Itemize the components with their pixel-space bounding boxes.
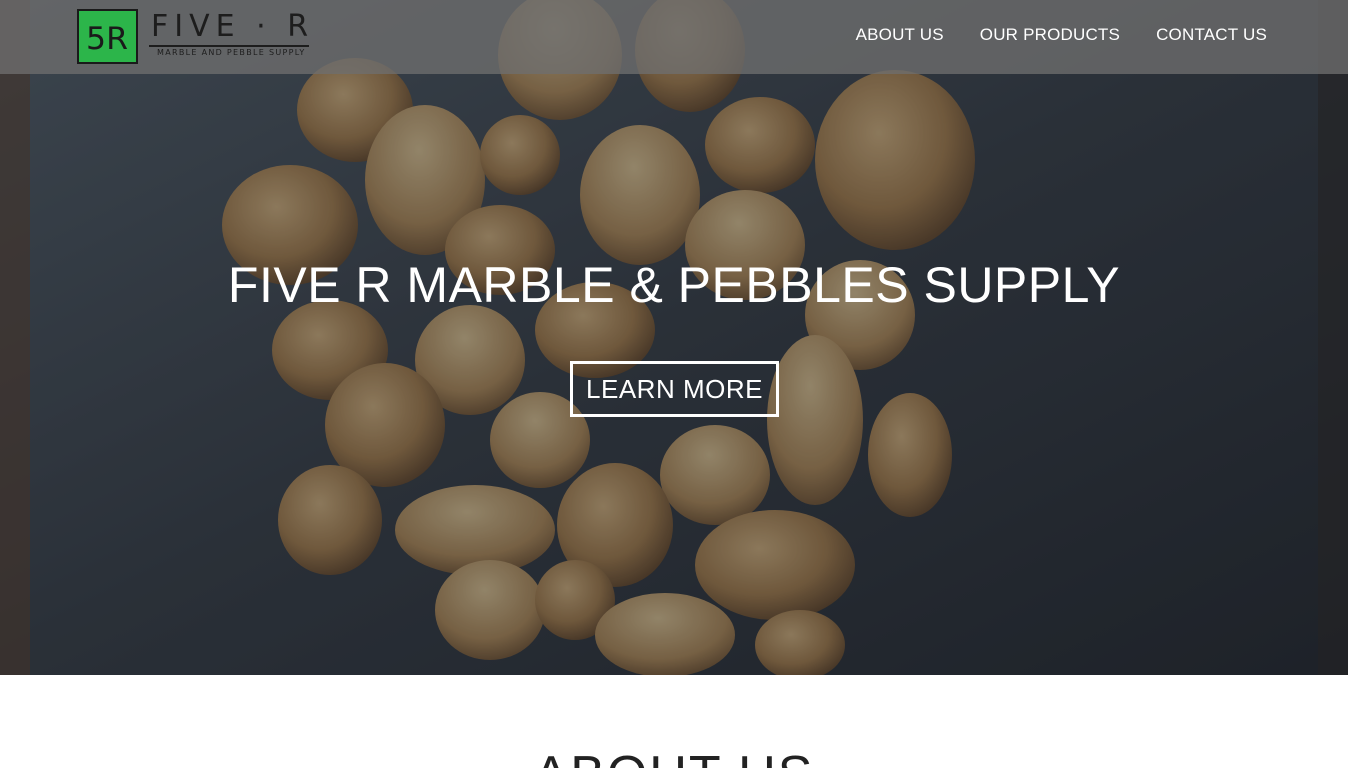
logo-monogram-text: 5R [86, 21, 128, 57]
nav-about-us[interactable]: ABOUT US [856, 25, 944, 45]
main-nav: ABOUT US OUR PRODUCTS CONTACT US [856, 25, 1267, 45]
site-header: 5R FIVE · R MARBLE AND PEBBLE SUPPLY ABO… [0, 0, 1348, 74]
learn-more-button[interactable]: LEARN MORE [570, 361, 779, 417]
logo-tagline: MARBLE AND PEBBLE SUPPLY [157, 48, 306, 57]
page: FIVE R MARBLE & PEBBLES SUPPLY LEARN MOR… [0, 0, 1348, 768]
hero-section: FIVE R MARBLE & PEBBLES SUPPLY LEARN MOR… [0, 0, 1348, 675]
about-heading: ABOUT US [0, 745, 1348, 768]
nav-our-products[interactable]: OUR PRODUCTS [980, 25, 1120, 45]
logo-monogram-icon: 5R [77, 9, 138, 64]
logo-rule [149, 45, 309, 47]
hero-overlay [0, 0, 1348, 675]
hero-title: FIVE R MARBLE & PEBBLES SUPPLY [227, 257, 1121, 313]
logo-wordmark: FIVE · R [151, 9, 315, 44]
site-logo[interactable]: 5R FIVE · R MARBLE AND PEBBLE SUPPLY [77, 9, 309, 65]
nav-contact-us[interactable]: CONTACT US [1156, 25, 1267, 45]
